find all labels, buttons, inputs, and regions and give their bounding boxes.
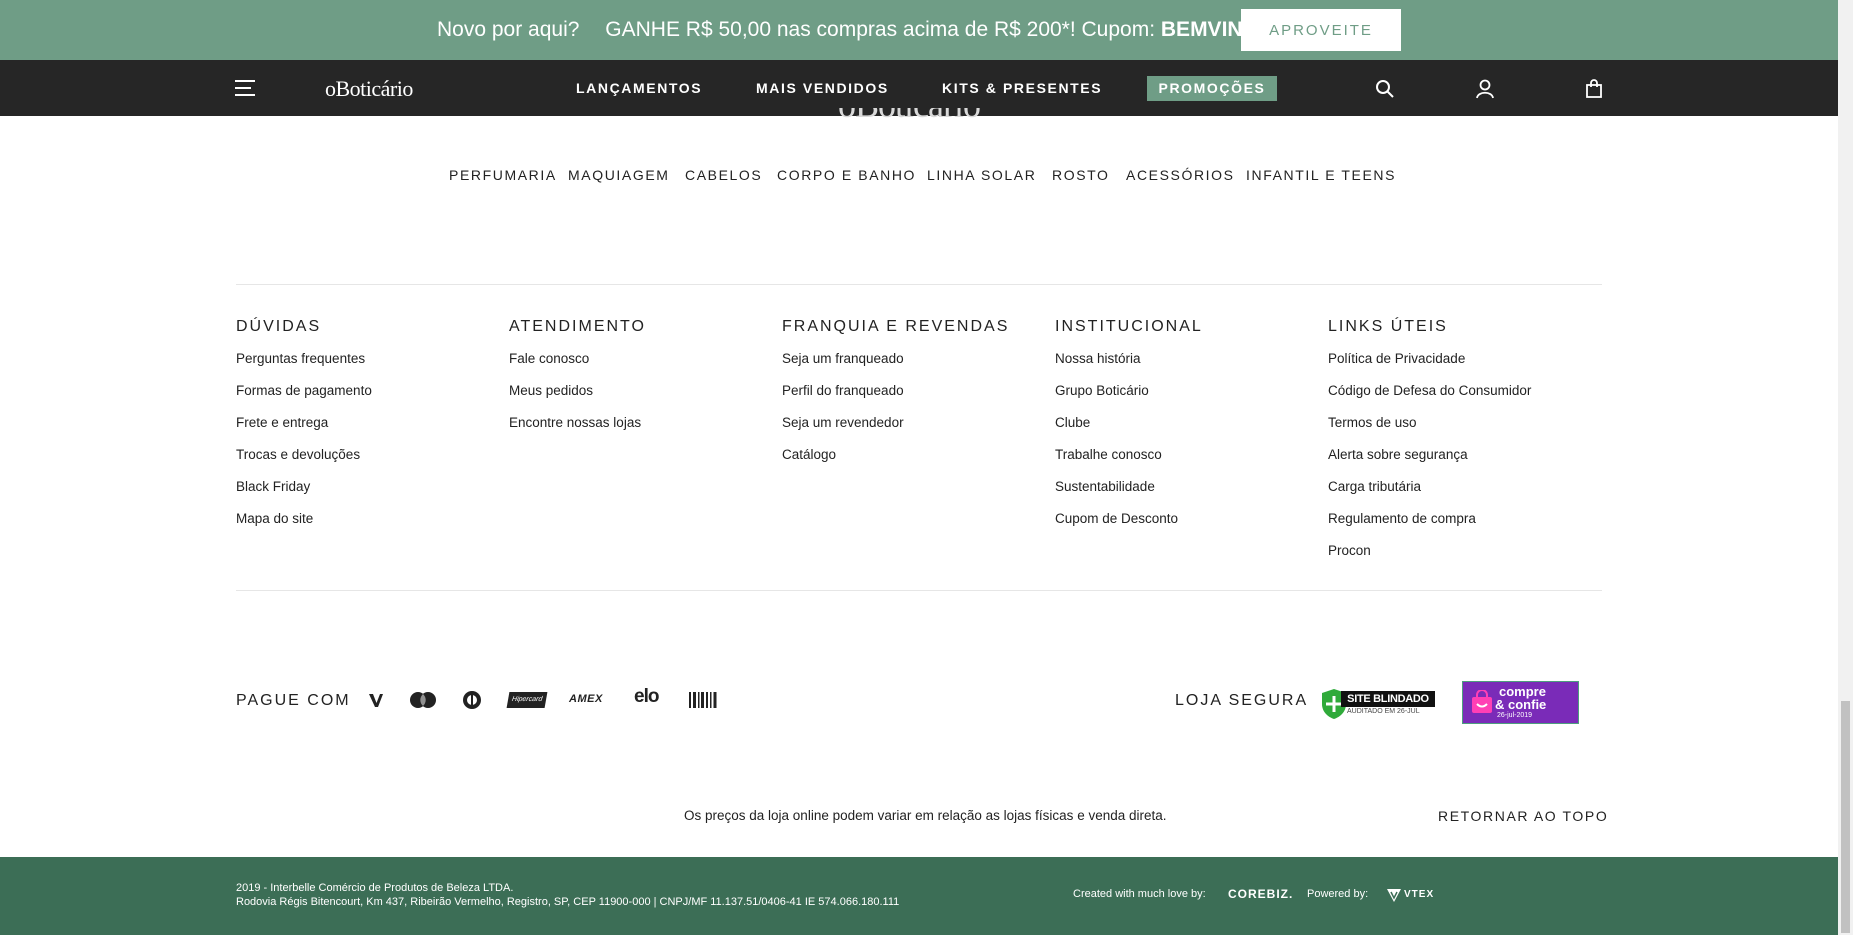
- nav-mais-vendidos[interactable]: MAIS VENDIDOS: [756, 80, 889, 96]
- diners-icon: [463, 691, 481, 709]
- link-nossa-historia[interactable]: Nossa história: [1055, 351, 1141, 366]
- legal-line-1: 2019 - Interbelle Comércio de Produtos d…: [236, 882, 514, 894]
- link-regulamento-compra[interactable]: Regulamento de compra: [1328, 511, 1476, 526]
- link-formas-pagamento[interactable]: Formas de pagamento: [236, 383, 372, 398]
- nav-kits-presentes[interactable]: KITS & PRESENTES: [942, 80, 1102, 96]
- column-title-institucional: INSTITUCIONAL: [1055, 318, 1203, 335]
- category-cabelos[interactable]: CABELOS: [685, 167, 762, 183]
- page-scrollbar[interactable]: [1838, 0, 1853, 935]
- compre-confie-badge[interactable]: compre & confie 26-jul-2019: [1462, 681, 1579, 724]
- link-perfil-franqueado[interactable]: Perfil do franqueado: [782, 383, 904, 398]
- mastercard-icon: [410, 692, 436, 708]
- column-title-duvidas: DÚVIDAS: [236, 318, 322, 335]
- confie-text: & confie: [1495, 697, 1547, 712]
- link-black-friday[interactable]: Black Friday: [236, 479, 310, 494]
- category-maquiagem[interactable]: MAQUIAGEM: [568, 167, 670, 183]
- link-seja-revendedor[interactable]: Seja um revendedor: [782, 415, 904, 430]
- link-fale-conosco[interactable]: Fale conosco: [509, 351, 589, 366]
- vtex-logo[interactable]: VTEX: [1404, 889, 1434, 900]
- link-procon[interactable]: Procon: [1328, 543, 1371, 558]
- link-politica-privacidade[interactable]: Política de Privacidade: [1328, 351, 1465, 366]
- legal-line-2: Rodovia Régis Bitencourt, Km 437, Ribeir…: [236, 896, 900, 908]
- price-disclaimer: Os preços da loja online podem variar em…: [684, 808, 1167, 823]
- link-carga-tributaria[interactable]: Carga tributária: [1328, 479, 1421, 494]
- scrollbar-thumb[interactable]: [1841, 701, 1850, 933]
- user-icon[interactable]: [1475, 79, 1495, 99]
- category-rosto[interactable]: ROSTO: [1052, 167, 1110, 183]
- link-clube[interactable]: Clube: [1055, 415, 1090, 430]
- visa-icon: [369, 694, 383, 707]
- site-blindado-badge[interactable]: SITE BLINDADO AUDITADO EM 26-JUL: [1321, 688, 1437, 720]
- shopping-bag-icon: [1472, 690, 1492, 713]
- link-mapa-site[interactable]: Mapa do site: [236, 511, 313, 526]
- link-codigo-defesa[interactable]: Código de Defesa do Consumidor: [1328, 383, 1531, 398]
- category-linha-solar[interactable]: LINHA SOLAR: [927, 167, 1036, 183]
- search-icon[interactable]: [1375, 79, 1395, 99]
- secure-store-label: LOJA SEGURA: [1175, 692, 1309, 709]
- promo-offer: GANHE R$ 50,00 nas compras acima de R$ 2…: [605, 18, 1161, 41]
- site-logo[interactable]: oBoticário: [325, 76, 413, 102]
- promo-text: Novo por aqui? GANHE R$ 50,00 nas compra…: [437, 18, 1297, 42]
- menu-icon[interactable]: [235, 80, 255, 96]
- link-trabalhe-conosco[interactable]: Trabalhe conosco: [1055, 447, 1162, 462]
- amex-icon: AMEX: [569, 693, 603, 705]
- link-trocas-devolucoes[interactable]: Trocas e devoluções: [236, 447, 360, 462]
- aproveite-button[interactable]: APROVEITE: [1241, 9, 1401, 51]
- bag-icon[interactable]: [1584, 79, 1604, 99]
- promo-question: Novo por aqui?: [437, 18, 580, 41]
- nav-cover: [0, 60, 1838, 108]
- category-acessorios[interactable]: ACESSÓRIOS: [1126, 167, 1235, 183]
- site-blindado-sub: AUDITADO EM 26-JUL: [1347, 708, 1420, 715]
- link-termos-uso[interactable]: Termos de uso: [1328, 415, 1417, 430]
- link-meus-pedidos[interactable]: Meus pedidos: [509, 383, 593, 398]
- link-grupo-boticario[interactable]: Grupo Boticário: [1055, 383, 1149, 398]
- back-to-top-link[interactable]: RETORNAR AO TOPO: [1438, 808, 1608, 824]
- hipercard-icon: Hipercard: [506, 692, 548, 708]
- powered-by-label: Powered by:: [1307, 888, 1369, 900]
- link-alerta-seguranca[interactable]: Alerta sobre segurança: [1328, 447, 1468, 462]
- nav-promocoes[interactable]: PROMOÇÕES: [1147, 76, 1277, 101]
- link-catalogo[interactable]: Catálogo: [782, 447, 836, 462]
- divider-top: [236, 284, 1602, 285]
- link-frete-entrega[interactable]: Frete e entrega: [236, 415, 328, 430]
- site-blindado-title: SITE BLINDADO: [1341, 691, 1435, 707]
- compre-confie-date: 26-jul-2019: [1497, 712, 1533, 719]
- divider-bottom: [236, 590, 1602, 591]
- category-perfumaria[interactable]: PERFUMARIA: [449, 167, 557, 183]
- category-corpo-e-banho[interactable]: CORPO E BANHO: [777, 167, 916, 183]
- nav-lancamentos[interactable]: LANÇAMENTOS: [576, 80, 702, 96]
- link-perguntas-frequentes[interactable]: Perguntas frequentes: [236, 351, 365, 366]
- category-infantil-teens[interactable]: INFANTIL E TEENS: [1246, 167, 1396, 183]
- column-title-franquia: FRANQUIA E REVENDAS: [782, 318, 1010, 335]
- link-encontre-lojas[interactable]: Encontre nossas lojas: [509, 415, 641, 430]
- payment-label: PAGUE COM: [236, 692, 351, 709]
- vtex-icon: [1387, 889, 1401, 902]
- corebiz-logo[interactable]: COREBIZ.: [1228, 887, 1293, 901]
- elo-icon: elo: [634, 686, 659, 707]
- link-cupom-desconto[interactable]: Cupom de Desconto: [1055, 511, 1178, 526]
- column-title-atendimento: ATENDIMENTO: [509, 318, 646, 335]
- column-title-links-uteis: LINKS ÚTEIS: [1328, 318, 1448, 335]
- link-sustentabilidade[interactable]: Sustentabilidade: [1055, 479, 1155, 494]
- link-seja-franqueado[interactable]: Seja um franqueado: [782, 351, 904, 366]
- boleto-icon: [689, 692, 717, 708]
- created-by-label: Created with much love by:: [1073, 888, 1206, 900]
